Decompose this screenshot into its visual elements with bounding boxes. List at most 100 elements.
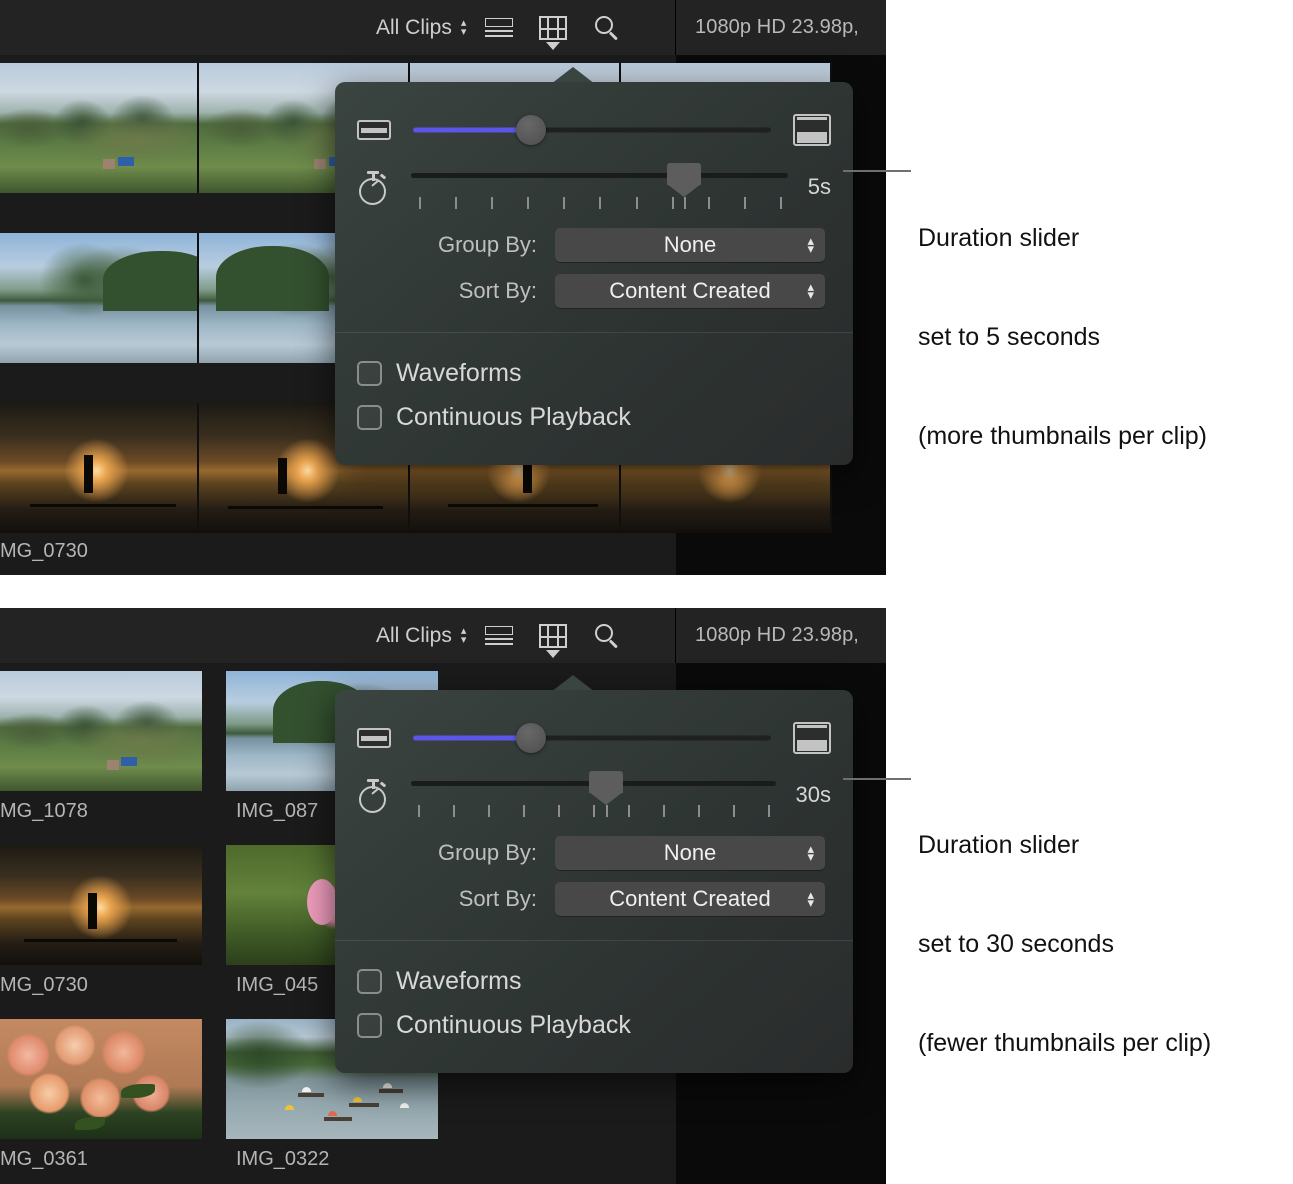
slider-fill [413, 736, 531, 741]
grid-clip-item[interactable]: MG_1078 [0, 671, 202, 823]
grid-clip-item[interactable]: MG_0361 [0, 1019, 202, 1171]
sort-by-row: Sort By: Content Created ▴▾ [335, 876, 853, 922]
thumbnail-frame[interactable] [0, 671, 202, 791]
large-thumbnail-icon[interactable] [793, 114, 831, 146]
continuous-playback-checkbox-row[interactable]: Continuous Playback [335, 395, 853, 439]
stopwatch-icon [357, 777, 391, 813]
small-thumbnail-icon[interactable] [357, 728, 391, 748]
group-by-row: Group By: None ▴▾ [335, 222, 853, 268]
format-info-bottom: 1080p HD 23.98p, [675, 608, 886, 663]
browser-toolbar-bottom: All Clips ▴▾ 1080p HD 23.98p, [0, 608, 886, 664]
format-info-top: 1080p HD 23.98p, [675, 0, 886, 55]
slider-knob[interactable] [516, 723, 546, 753]
chevron-updown-icon: ▴▾ [807, 845, 814, 861]
thumbnail-frame[interactable] [0, 845, 202, 965]
waveforms-label: Waveforms [396, 359, 521, 388]
duration-slider[interactable] [411, 164, 788, 210]
popover-upper-section: 5s Group By: None ▴▾ Sort By: [335, 82, 853, 332]
chevron-updown-icon: ▴▾ [461, 20, 467, 36]
browser-toolbar-top: All Clips ▴▾ 1080p HD 23.98p, [0, 0, 886, 56]
list-view-button-top[interactable] [472, 0, 526, 55]
slider-fill [413, 128, 531, 133]
popover-indicator-icon [546, 42, 560, 50]
thumbnail-frame[interactable] [0, 403, 199, 533]
thumbnail-size-slider[interactable] [413, 725, 771, 751]
clip-browser-window-bottom: All Clips ▴▾ 1080p HD 23.98p, [0, 608, 886, 1184]
thumbnail-frame[interactable] [0, 233, 199, 363]
popover-body: 5s Group By: None ▴▾ Sort By: [335, 82, 853, 465]
filmstrip-view-button-bottom[interactable] [526, 608, 580, 663]
all-clips-label: All Clips [376, 16, 452, 40]
slider-knob[interactable] [516, 115, 546, 145]
filmstrip-options-popover-bottom[interactable]: 30s Group By: None ▴▾ Sort By: Content C… [335, 690, 853, 1073]
clip-name-label: MG_0361 [0, 1139, 202, 1171]
format-label: 1080p HD 23.98p, [676, 16, 859, 39]
sort-by-popup-button[interactable]: Content Created ▴▾ [555, 274, 825, 308]
format-label: 1080p HD 23.98p, [676, 624, 859, 647]
large-thumbnail-icon[interactable] [793, 722, 831, 754]
duration-slider[interactable] [411, 772, 776, 818]
group-by-popup-button[interactable]: None ▴▾ [555, 228, 825, 262]
thumbnail-size-row [335, 108, 853, 152]
callout-line-2: set to 30 seconds [918, 928, 1211, 961]
filmstrip-options-popover-top[interactable]: 5s Group By: None ▴▾ Sort By: [335, 82, 853, 465]
slider-ticks [411, 197, 788, 209]
duration-value-label: 30s [796, 782, 831, 808]
sort-by-label: Sort By: [357, 278, 537, 304]
sort-by-value: Content Created [609, 886, 770, 912]
grid-clip-item[interactable]: MG_0730 [0, 845, 202, 997]
all-clips-popup-button-bottom[interactable]: All Clips ▴▾ [370, 620, 472, 652]
callout-bottom: Duration slider set to 30 seconds (fewer… [918, 763, 1211, 1126]
waveforms-checkbox[interactable] [357, 969, 382, 994]
popover-body: 30s Group By: None ▴▾ Sort By: Content C… [335, 690, 853, 1073]
list-view-icon [485, 626, 513, 646]
filmstrip-view-icon [539, 16, 567, 40]
waveforms-checkbox[interactable] [357, 361, 382, 386]
duration-slider-thumb[interactable] [589, 771, 623, 805]
clip-name-label: IMG_0322 [226, 1139, 438, 1171]
sort-by-label: Sort By: [357, 886, 537, 912]
callout-line-1: Duration slider [918, 222, 1207, 255]
popover-arrow [551, 65, 595, 83]
chevron-updown-icon: ▴▾ [807, 237, 814, 253]
chevron-updown-icon: ▴▾ [807, 283, 814, 299]
continuous-playback-checkbox[interactable] [357, 1013, 382, 1038]
callout-line-3: (more thumbnails per clip) [918, 420, 1207, 453]
popover-lower-section: Waveforms Continuous Playback [335, 333, 853, 465]
popover-indicator-icon [546, 650, 560, 658]
sort-by-row: Sort By: Content Created ▴▾ [335, 268, 853, 314]
group-by-popup-button[interactable]: None ▴▾ [555, 836, 825, 870]
waveforms-checkbox-row[interactable]: Waveforms [335, 959, 853, 1003]
sort-by-popup-button[interactable]: Content Created ▴▾ [555, 882, 825, 916]
callout-line-3: (fewer thumbnails per clip) [918, 1027, 1211, 1060]
waveforms-checkbox-row[interactable]: Waveforms [335, 351, 853, 395]
slider-ticks [411, 805, 776, 817]
toolbar-center-controls-top: All Clips ▴▾ [370, 0, 634, 55]
group-by-label: Group By: [357, 232, 537, 258]
all-clips-popup-button-top[interactable]: All Clips ▴▾ [370, 12, 472, 44]
search-icon [595, 624, 619, 648]
thumbnail-frame[interactable] [0, 1019, 202, 1139]
group-by-label: Group By: [357, 840, 537, 866]
small-thumbnail-icon[interactable] [357, 120, 391, 140]
group-by-value: None [664, 232, 717, 258]
search-button-top[interactable] [580, 0, 634, 55]
thumbnail-frame[interactable] [0, 63, 199, 193]
callout-leader-line-bottom [843, 778, 911, 780]
chevron-updown-icon: ▴▾ [807, 891, 814, 907]
duration-row: 30s [335, 766, 853, 824]
sort-by-value: Content Created [609, 278, 770, 304]
thumbnail-size-slider[interactable] [413, 117, 771, 143]
clip-browser-window-top: All Clips ▴▾ 1080p HD 23.98p, [0, 0, 886, 575]
list-view-button-bottom[interactable] [472, 608, 526, 663]
all-clips-label: All Clips [376, 624, 452, 648]
search-button-bottom[interactable] [580, 608, 634, 663]
continuous-playback-checkbox[interactable] [357, 405, 382, 430]
duration-slider-thumb[interactable] [667, 163, 701, 197]
group-by-value: None [664, 840, 717, 866]
screenshot-root: All Clips ▴▾ 1080p HD 23.98p, [0, 0, 1293, 1184]
waveforms-label: Waveforms [396, 967, 521, 996]
continuous-playback-label: Continuous Playback [396, 1011, 631, 1040]
filmstrip-view-button-top[interactable] [526, 0, 580, 55]
continuous-playback-checkbox-row[interactable]: Continuous Playback [335, 1003, 853, 1047]
